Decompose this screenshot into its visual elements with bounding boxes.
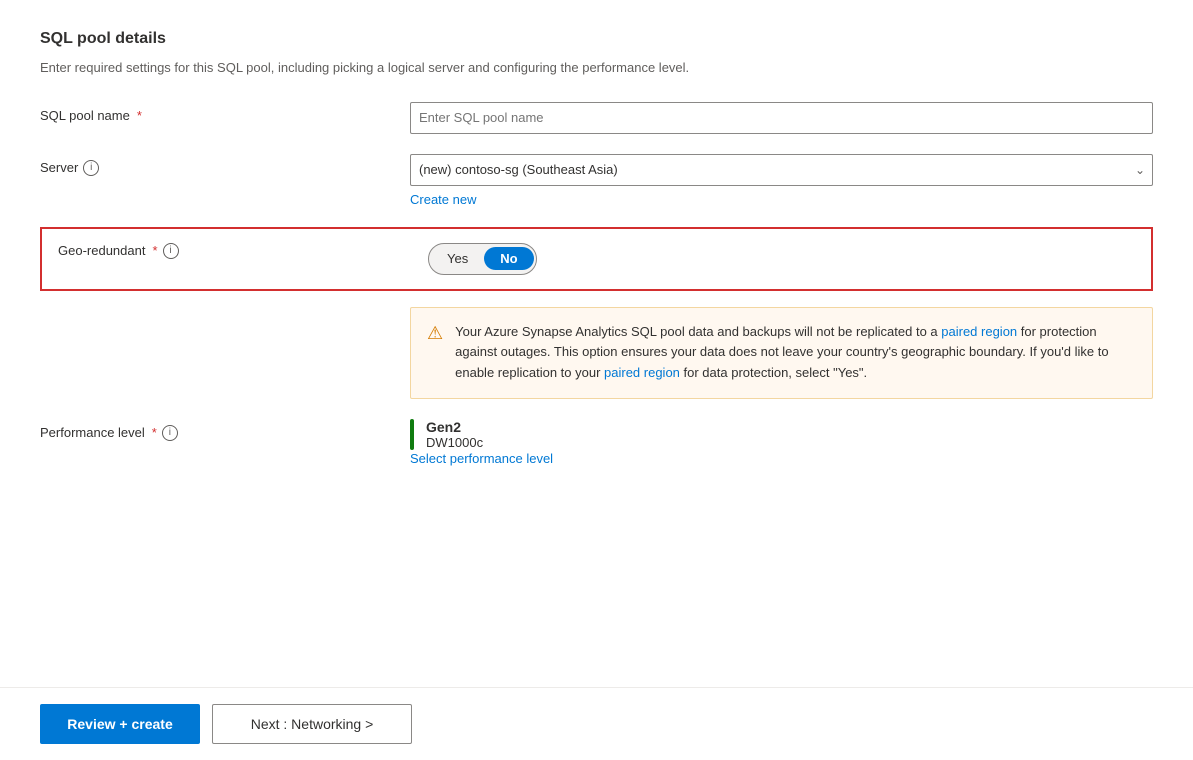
perf-gen-label: Gen2 [426,419,483,435]
geo-required-indicator: * [152,243,157,258]
performance-level-label: Performance level * i [40,419,410,441]
pool-name-label: SQL pool name * [40,102,410,123]
server-row: Server i (new) contoso-sg (Southeast Asi… [40,154,1153,207]
pool-name-input[interactable] [410,102,1153,134]
create-new-link[interactable]: Create new [410,192,476,207]
server-control: (new) contoso-sg (Southeast Asia) ⌄ Crea… [410,154,1153,207]
perf-text: Gen2 DW1000c [426,419,483,450]
next-networking-button[interactable]: Next : Networking > [212,704,412,744]
geo-warning-text: Your Azure Synapse Analytics SQL pool da… [455,322,1136,384]
perf-required-indicator: * [152,425,157,440]
pool-name-row: SQL pool name * [40,102,1153,134]
section-title: SQL pool details [40,30,1153,48]
server-info-icon[interactable]: i [83,160,99,176]
perf-green-bar [410,419,414,450]
performance-level-row: Performance level * i Gen2 DW1000c Selec… [40,419,1153,466]
warning-section: ⚠ Your Azure Synapse Analytics SQL pool … [40,307,1153,399]
warning-icon: ⚠ [427,323,443,384]
paired-region-link-1[interactable]: paired region [941,324,1017,339]
geo-info-icon[interactable]: i [163,243,179,259]
section-description: Enter required settings for this SQL poo… [40,58,1153,78]
geo-redundant-control: Yes No [428,243,1135,275]
required-indicator: * [137,108,142,123]
geo-toggle-switch[interactable]: Yes No [428,243,537,275]
toggle-yes-option[interactable]: Yes [431,247,484,270]
pool-name-control [410,102,1153,134]
perf-info-icon[interactable]: i [162,425,178,441]
server-select-wrapper: (new) contoso-sg (Southeast Asia) ⌄ [410,154,1153,186]
geo-redundant-label: Geo-redundant * i [58,243,428,259]
select-performance-link[interactable]: Select performance level [410,451,553,466]
paired-region-link-2[interactable]: paired region [604,365,680,380]
geo-toggle-container: Yes No [428,243,1135,275]
server-label: Server i [40,154,410,176]
geo-redundant-section: Geo-redundant * i Yes No [40,227,1153,291]
geo-warning-box: ⚠ Your Azure Synapse Analytics SQL pool … [410,307,1153,399]
geo-redundant-row: Geo-redundant * i Yes No [58,243,1135,275]
perf-indicator: Gen2 DW1000c [410,419,1153,450]
review-create-button[interactable]: Review + create [40,704,200,744]
performance-level-control: Gen2 DW1000c Select performance level [410,419,1153,466]
action-bar: Review + create Next : Networking > [0,687,1193,760]
server-select[interactable]: (new) contoso-sg (Southeast Asia) [410,154,1153,186]
toggle-no-option[interactable]: No [484,247,533,270]
perf-dw-label: DW1000c [426,435,483,450]
